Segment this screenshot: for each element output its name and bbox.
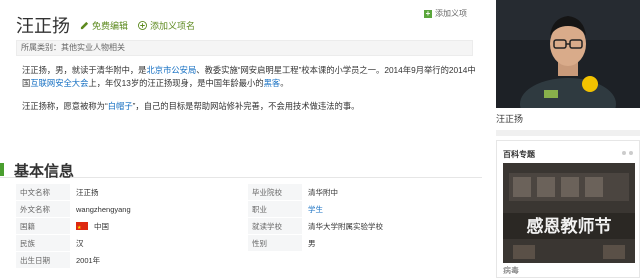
intro-text: 上，年仅13岁的汪正扬现身，是中国年龄最小的: [88, 78, 264, 88]
sidebar: 汪正扬 百科专题 感恩教师节 病毒: [488, 0, 640, 278]
table-row: 外文名称 wangzhengyang 职业 学生: [16, 201, 476, 218]
table-row: 中文名称 汪正扬 毕业院校 清华附中: [16, 184, 476, 201]
info-key: 就读学校: [248, 218, 302, 234]
link-hacker[interactable]: 黑客: [264, 78, 281, 88]
info-value: 2001年: [76, 255, 101, 265]
portrait-image: [496, 0, 640, 108]
info-key: 国籍: [16, 218, 70, 234]
table-row: 国籍 中国 就读学校 清华大学附属实验学校: [16, 218, 476, 237]
info-key: 毕业院校: [248, 184, 302, 200]
intro-text: 汪正扬称，愿意被称为“: [22, 101, 108, 111]
info-value-cell: 中国: [70, 218, 244, 237]
add-synonym-button[interactable]: 添加义项名: [138, 19, 195, 32]
page-title: 汪正扬: [16, 16, 70, 36]
info-key: 性别: [248, 235, 302, 251]
info-value: 中国: [94, 221, 109, 231]
category-text: 所属类别：其他实业人物相关: [21, 43, 125, 52]
intro-paragraph-2: 汪正扬称，愿意被称为“白帽子”，自己的目标是帮助网站修补完善，不会用技术做违法的…: [22, 100, 477, 113]
feature-banner: 感恩教师节: [503, 163, 635, 263]
card-title: 百科专题: [503, 150, 535, 159]
carousel-dots[interactable]: [619, 151, 633, 155]
carousel-dot[interactable]: [629, 151, 633, 155]
title-row: 汪正扬 免费编辑 添加义项名: [16, 12, 195, 38]
edit-label: 免费编辑: [92, 20, 129, 31]
sidebar-divider: [496, 130, 640, 136]
add-circle-icon: [138, 20, 148, 30]
info-key: 外文名称: [16, 201, 70, 217]
info-key: 职业: [248, 201, 302, 217]
intro-text: ”，自己的目标是帮助网站修补完善，不会用技术做违法的事。: [132, 101, 360, 111]
basic-info-table: 中文名称 汪正扬 毕业院校 清华附中 外文名称 wangzhengyang 职业…: [16, 184, 476, 269]
info-value: 男: [308, 238, 316, 248]
add-synonym-label: 添加义项名: [150, 20, 196, 31]
link-student[interactable]: 学生: [308, 201, 323, 218]
table-row: 出生日期 2001年: [16, 252, 476, 269]
info-key: 中文名称: [16, 184, 70, 200]
carousel-dot[interactable]: [622, 151, 626, 155]
info-value: wangzhengyang: [76, 204, 131, 214]
pencil-icon: [80, 21, 89, 29]
info-key: 出生日期: [16, 252, 70, 268]
intro-text: 汪正扬，男，就读于清华附中，是: [22, 65, 147, 75]
profile-photo[interactable]: [496, 0, 640, 108]
main-content: 汪正扬 免费编辑 添加义项名 + 添加义项 所属类别：其他实业人物相关 汪正扬，…: [0, 0, 482, 278]
intro-paragraph-1: 汪正扬，男，就读于清华附中，是北京市公安局、教委实施“网安启明星工程”校本课的小…: [22, 64, 477, 90]
section-title: 基本信息: [14, 163, 75, 180]
feature-banner-text: 感恩教师节: [527, 216, 612, 236]
china-flag-icon: [76, 220, 88, 237]
feature-card[interactable]: 百科专题 感恩教师节 病毒: [496, 140, 640, 278]
add-tag-label: 添加义项: [435, 9, 467, 18]
category-bar: 所属类别：其他实业人物相关: [16, 40, 473, 56]
table-row: 民族 汉 性别 男: [16, 235, 476, 252]
edit-button[interactable]: 免费编辑: [80, 19, 128, 32]
feature-image[interactable]: 感恩教师节: [503, 163, 635, 263]
plus-icon: +: [424, 8, 432, 18]
photo-caption: 汪正扬: [496, 114, 524, 124]
info-value: 汉: [76, 238, 84, 248]
link-beijing-police[interactable]: 北京市公安局: [146, 65, 196, 75]
section-header: 基本信息: [0, 160, 482, 180]
info-value-cell: 学生: [302, 201, 476, 217]
add-tag-button[interactable]: + 添加义项: [424, 8, 467, 19]
link-white-hat[interactable]: 白帽子: [108, 101, 133, 111]
card-footer: 病毒: [503, 266, 519, 275]
link-internet-security-conference[interactable]: 互联网安全大会: [30, 78, 88, 88]
info-key: 民族: [16, 235, 70, 251]
intro-text: 。: [280, 78, 289, 88]
info-value: 清华附中: [308, 187, 338, 197]
info-value: 汪正扬: [76, 187, 99, 197]
info-value: 清华大学附属实验学校: [308, 221, 383, 231]
section-marker: [0, 163, 4, 176]
